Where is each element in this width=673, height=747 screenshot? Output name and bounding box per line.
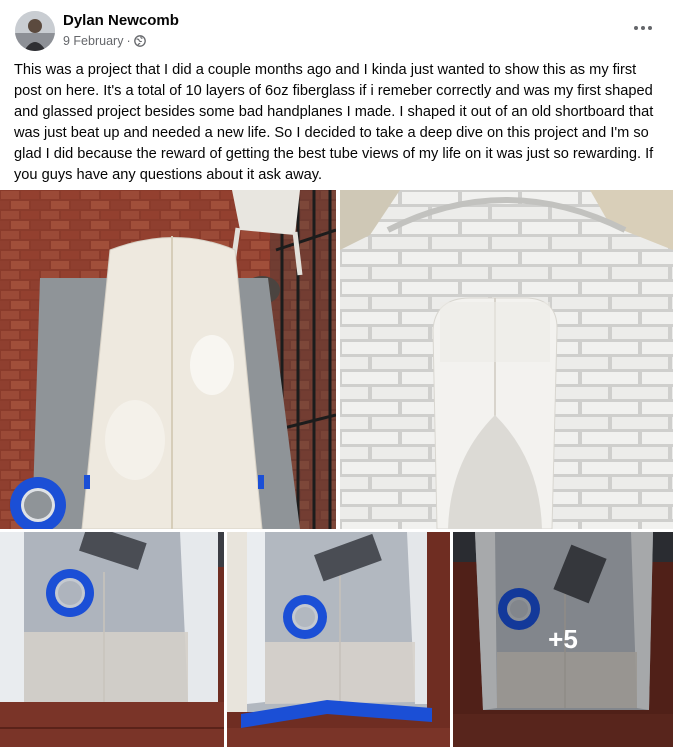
post-text: This was a project that I did a couple m… [14,62,654,183]
post-meta: 9 February · [63,34,146,48]
post-header: Dylan Newcomb 9 February · [0,0,673,58]
photo-4[interactable] [227,532,450,747]
avatar[interactable] [15,11,55,51]
photo-2[interactable] [340,190,673,529]
meta-separator: · [126,34,131,48]
author-name[interactable]: Dylan Newcomb [63,12,179,29]
more-photos-overlay[interactable]: +5 [453,532,673,747]
photo-3[interactable] [0,532,224,747]
post-date[interactable]: 9 February [63,34,123,48]
more-options-icon[interactable] [629,18,657,38]
photo-5[interactable]: +5 [453,532,673,747]
more-photos-count: +5 [548,624,578,654]
photo-1[interactable] [0,190,336,529]
globe-icon [133,35,146,47]
